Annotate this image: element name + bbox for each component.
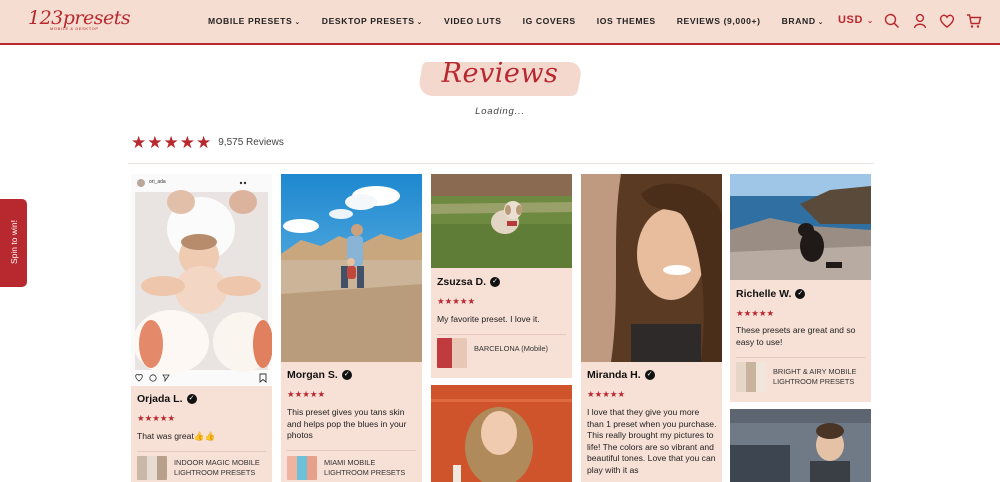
nav-brand[interactable]: BRAND ⌄	[782, 16, 825, 26]
review-product-link[interactable]: BARCELONA (Mobile)	[437, 338, 570, 368]
review-photo[interactable]	[730, 174, 871, 280]
verified-check-icon: ✓	[186, 394, 197, 404]
nav-ig-covers[interactable]: IG COVERS	[523, 16, 576, 26]
review-photo[interactable]	[581, 174, 722, 362]
rating-stars: ★ ★ ★ ★ ★	[131, 134, 211, 151]
review-stars: ★ ★ ★ ★ ★	[287, 389, 326, 399]
review-count[interactable]: 9,575 Reviews	[218, 137, 284, 148]
product-thumbnail	[437, 338, 467, 368]
review-photo[interactable]: ori_ada	[131, 174, 272, 386]
main-nav: MOBILE PRESETS ⌄ DESKTOP PRESETS ⌄ VIDEO L…	[208, 16, 845, 26]
nav-ios-themes[interactable]: IOS THEMES	[597, 16, 656, 26]
star-icon: ★	[163, 133, 179, 152]
nav-mobile-presets[interactable]: MOBILE PRESETS ⌄	[208, 16, 301, 26]
review-product-link[interactable]: BRIGHT & AIRY MOBILE LIGHTROOM PRESETS	[736, 362, 869, 392]
review-text: My favorite preset. I love it.	[437, 314, 540, 324]
review-card[interactable]: Miranda H. ✓ ★ ★ ★ ★ ★ I love that they give …	[581, 174, 722, 482]
review-card[interactable]: Zsuzsa D. ✓ ★ ★ ★ ★ ★ My favorite preset. I l…	[431, 174, 572, 378]
review-text: That was great👍👍	[137, 431, 216, 441]
nav-desktop-presets[interactable]: DESKTOP PRESETS ⌄	[322, 16, 423, 26]
heart-icon[interactable]	[939, 13, 955, 29]
cart-icon[interactable]	[966, 13, 982, 29]
reviewer-name: Morgan S. ✓	[287, 369, 352, 381]
ig-handle: ori_ada	[149, 179, 166, 185]
verified-check-icon: ✓	[795, 289, 806, 299]
ig-action-icons	[135, 373, 170, 383]
chevron-down-icon: ⌄	[866, 16, 874, 25]
logo-text: 123presets	[28, 7, 131, 29]
verified-check-icon: ✓	[644, 370, 655, 380]
verified-check-icon: ✓	[341, 370, 352, 380]
chevron-down-icon: ⌄	[817, 19, 825, 26]
summary-divider	[128, 163, 874, 164]
review-photo[interactable]	[431, 174, 572, 268]
review-card[interactable]	[431, 385, 572, 482]
chevron-down-icon: ⌄	[416, 19, 423, 26]
loading-text: Loading...	[475, 106, 525, 117]
review-stars: ★ ★ ★ ★ ★	[137, 413, 176, 423]
review-text: This preset gives you tans skin and help…	[287, 407, 407, 440]
bookmark-icon	[259, 373, 267, 383]
product-divider	[736, 357, 865, 358]
star-icon: ★	[131, 133, 147, 152]
page-title: Reviews	[441, 58, 559, 89]
spin-to-win-label: Spin to win!	[9, 220, 19, 264]
nav-video-luts[interactable]: VIDEO LUTS	[444, 16, 502, 26]
review-product-link[interactable]: INDOOR MAGIC MOBILE LIGHTROOM PRESETS	[137, 456, 270, 480]
product-name: BRIGHT & AIRY MOBILE LIGHTROOM PRESETS	[773, 367, 857, 386]
star-icon: ★	[179, 133, 195, 152]
product-name: BARCELONA (Mobile)	[474, 344, 548, 353]
product-name: MIAMI MOBILE LIGHTROOM PRESETS	[324, 458, 406, 477]
review-product-link[interactable]: MIAMI MOBILE LIGHTROOM PRESETS	[287, 456, 420, 480]
review-stars: ★ ★ ★ ★ ★	[587, 389, 626, 399]
account-icon[interactable]	[912, 13, 928, 29]
currency-selector[interactable]: USD ⌄	[838, 14, 874, 26]
reviewer-name: Zsuzsa D. ✓	[437, 276, 501, 288]
product-divider	[137, 451, 266, 452]
review-card[interactable]: Richelle W. ✓ ★ ★ ★ ★ ★ These presets are gre…	[730, 174, 871, 402]
spin-to-win-tab[interactable]: Spin to win!	[0, 199, 27, 287]
product-thumbnail	[287, 456, 317, 480]
search-icon[interactable]	[884, 13, 900, 29]
chevron-down-icon: ⌄	[294, 19, 301, 26]
review-photo[interactable]	[730, 409, 871, 482]
reviewer-name: Richelle W. ✓	[736, 288, 806, 300]
product-name: INDOOR MAGIC MOBILE LIGHTROOM PRESETS	[174, 458, 260, 477]
product-divider	[437, 334, 566, 335]
review-card[interactable]	[730, 409, 871, 482]
reviewer-name: Miranda H. ✓	[587, 369, 655, 381]
product-thumbnail	[137, 456, 167, 480]
review-card[interactable]: ori_ada Orjada L. ✓ ★ ★ ★ ★ ★ That was great👍…	[131, 174, 272, 482]
star-icon: ★	[196, 133, 212, 152]
site-header: 123presets MOBILE & DESKTOP MOBILE PRESE…	[0, 0, 1000, 45]
verified-check-icon: ✓	[490, 277, 501, 287]
review-photo[interactable]	[281, 174, 422, 362]
review-text: I love that they give you more than 1 pr…	[587, 407, 717, 475]
reviewer-name: Orjada L. ✓	[137, 393, 197, 405]
nav-reviews[interactable]: REVIEWS (9,000+)	[677, 16, 761, 26]
rating-summary: ★ ★ ★ ★ ★ 9,575 Reviews	[131, 134, 284, 151]
review-photo[interactable]	[431, 385, 572, 482]
review-stars: ★ ★ ★ ★ ★	[736, 308, 775, 318]
star-icon: ★	[147, 133, 163, 152]
product-thumbnail	[736, 362, 766, 392]
review-text: These presets are great and so easy to u…	[736, 325, 856, 347]
review-stars: ★ ★ ★ ★ ★	[437, 296, 476, 306]
logo[interactable]: 123presets MOBILE & DESKTOP	[28, 7, 131, 36]
review-card[interactable]: Morgan S. ✓ ★ ★ ★ ★ ★ This preset gives you t…	[281, 174, 422, 482]
product-divider	[287, 450, 416, 451]
